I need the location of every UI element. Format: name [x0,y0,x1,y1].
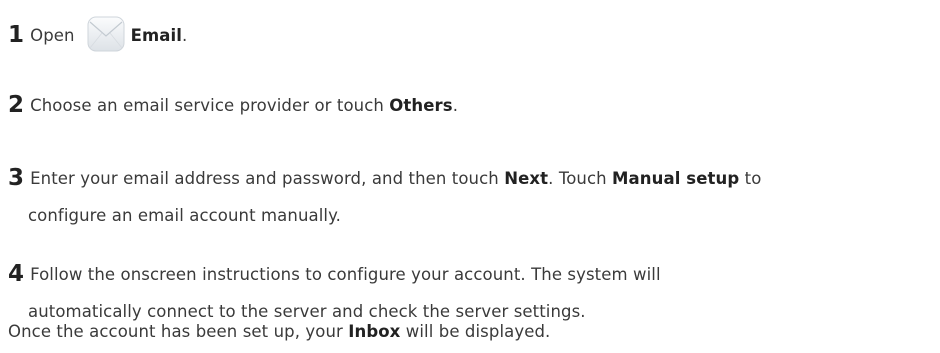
step-text-end: . [452,96,459,115]
step-2: 2 Choose an email service provider or tou… [8,87,933,124]
step-text: Enter your email address and password, a… [30,169,505,188]
step-number: 4 [8,261,25,287]
email-label: Email [130,26,183,45]
step-text-end: to [739,169,762,188]
closing-text: Once the account has been set up, your [8,322,349,341]
closing-text-end: will be displayed. [400,322,551,341]
step-text: Open [30,26,75,45]
step-number: 1 [8,22,25,48]
step-1: 1 Open Email. [8,15,933,54]
step-number: 3 [8,165,25,191]
step-text-continued: configure an email account manually. [28,206,341,225]
email-app-icon [87,15,125,53]
step-text-middle: . Touch [548,169,613,188]
step-text-end: . [182,26,188,45]
inbox-label: Inbox [348,322,401,341]
others-label: Others [389,96,453,115]
step-number: 2 [8,92,25,118]
step-3: 3 Enter your email address and password, … [8,160,933,234]
manual-setup-label: Manual setup [612,169,740,188]
next-label: Next [504,169,549,188]
step-text: Choose an email service provider or touc… [30,96,390,115]
closing-note: Once the account has been set up, your I… [8,313,933,350]
step-text: Follow the onscreen instructions to conf… [30,265,661,284]
